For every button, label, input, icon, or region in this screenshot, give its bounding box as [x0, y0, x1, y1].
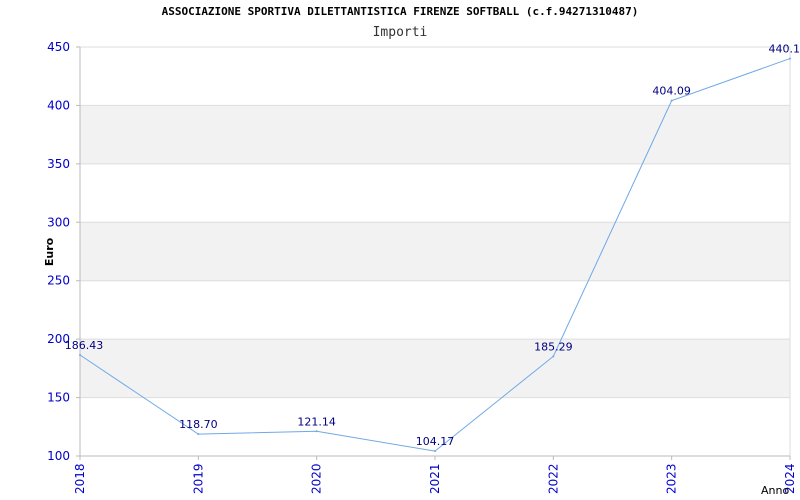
- background-band: [80, 339, 790, 398]
- x-tick-label: 2020: [310, 463, 324, 494]
- line-chart: 100150200250300350400450 2018 2019 2020 202…: [43, 40, 800, 497]
- y-tick-label: 150: [47, 391, 70, 405]
- y-tick-label: 450: [47, 40, 70, 54]
- x-tick-labels: 2018 2019 2020 2021 2022 2023 2024: [73, 456, 797, 494]
- data-point: [315, 430, 318, 433]
- x-axis-label: Anno: [761, 484, 789, 497]
- x-tick-label: 2019: [191, 463, 205, 494]
- data-label: 404.09: [652, 85, 691, 98]
- data-label: 104.17: [416, 435, 455, 448]
- background-band: [80, 222, 790, 281]
- data-label: 440.1: [769, 43, 800, 56]
- data-point: [197, 433, 200, 436]
- y-tick-label: 350: [47, 157, 70, 171]
- background-bands: [80, 105, 790, 398]
- x-tick-label: 2021: [428, 463, 442, 494]
- data-label: 118.70: [179, 418, 218, 431]
- x-tick-label: 2022: [546, 463, 560, 494]
- y-tick-label: 250: [47, 274, 70, 288]
- y-tick-label: 100: [47, 449, 70, 463]
- data-point: [670, 99, 673, 102]
- y-tick-label: 400: [47, 98, 70, 112]
- background-band: [80, 105, 790, 164]
- data-point: [434, 450, 436, 453]
- x-tick-label: 2023: [665, 463, 679, 494]
- data-point: [789, 57, 791, 60]
- data-label: 185.29: [534, 340, 573, 353]
- data-point: [79, 354, 81, 357]
- y-axis-label: Euro: [43, 237, 56, 266]
- x-tick-label: 2018: [73, 463, 87, 494]
- y-tick-label: 300: [47, 215, 70, 229]
- data-point: [552, 355, 555, 358]
- data-label: 186.43: [65, 339, 104, 352]
- data-label: 121.14: [297, 415, 336, 428]
